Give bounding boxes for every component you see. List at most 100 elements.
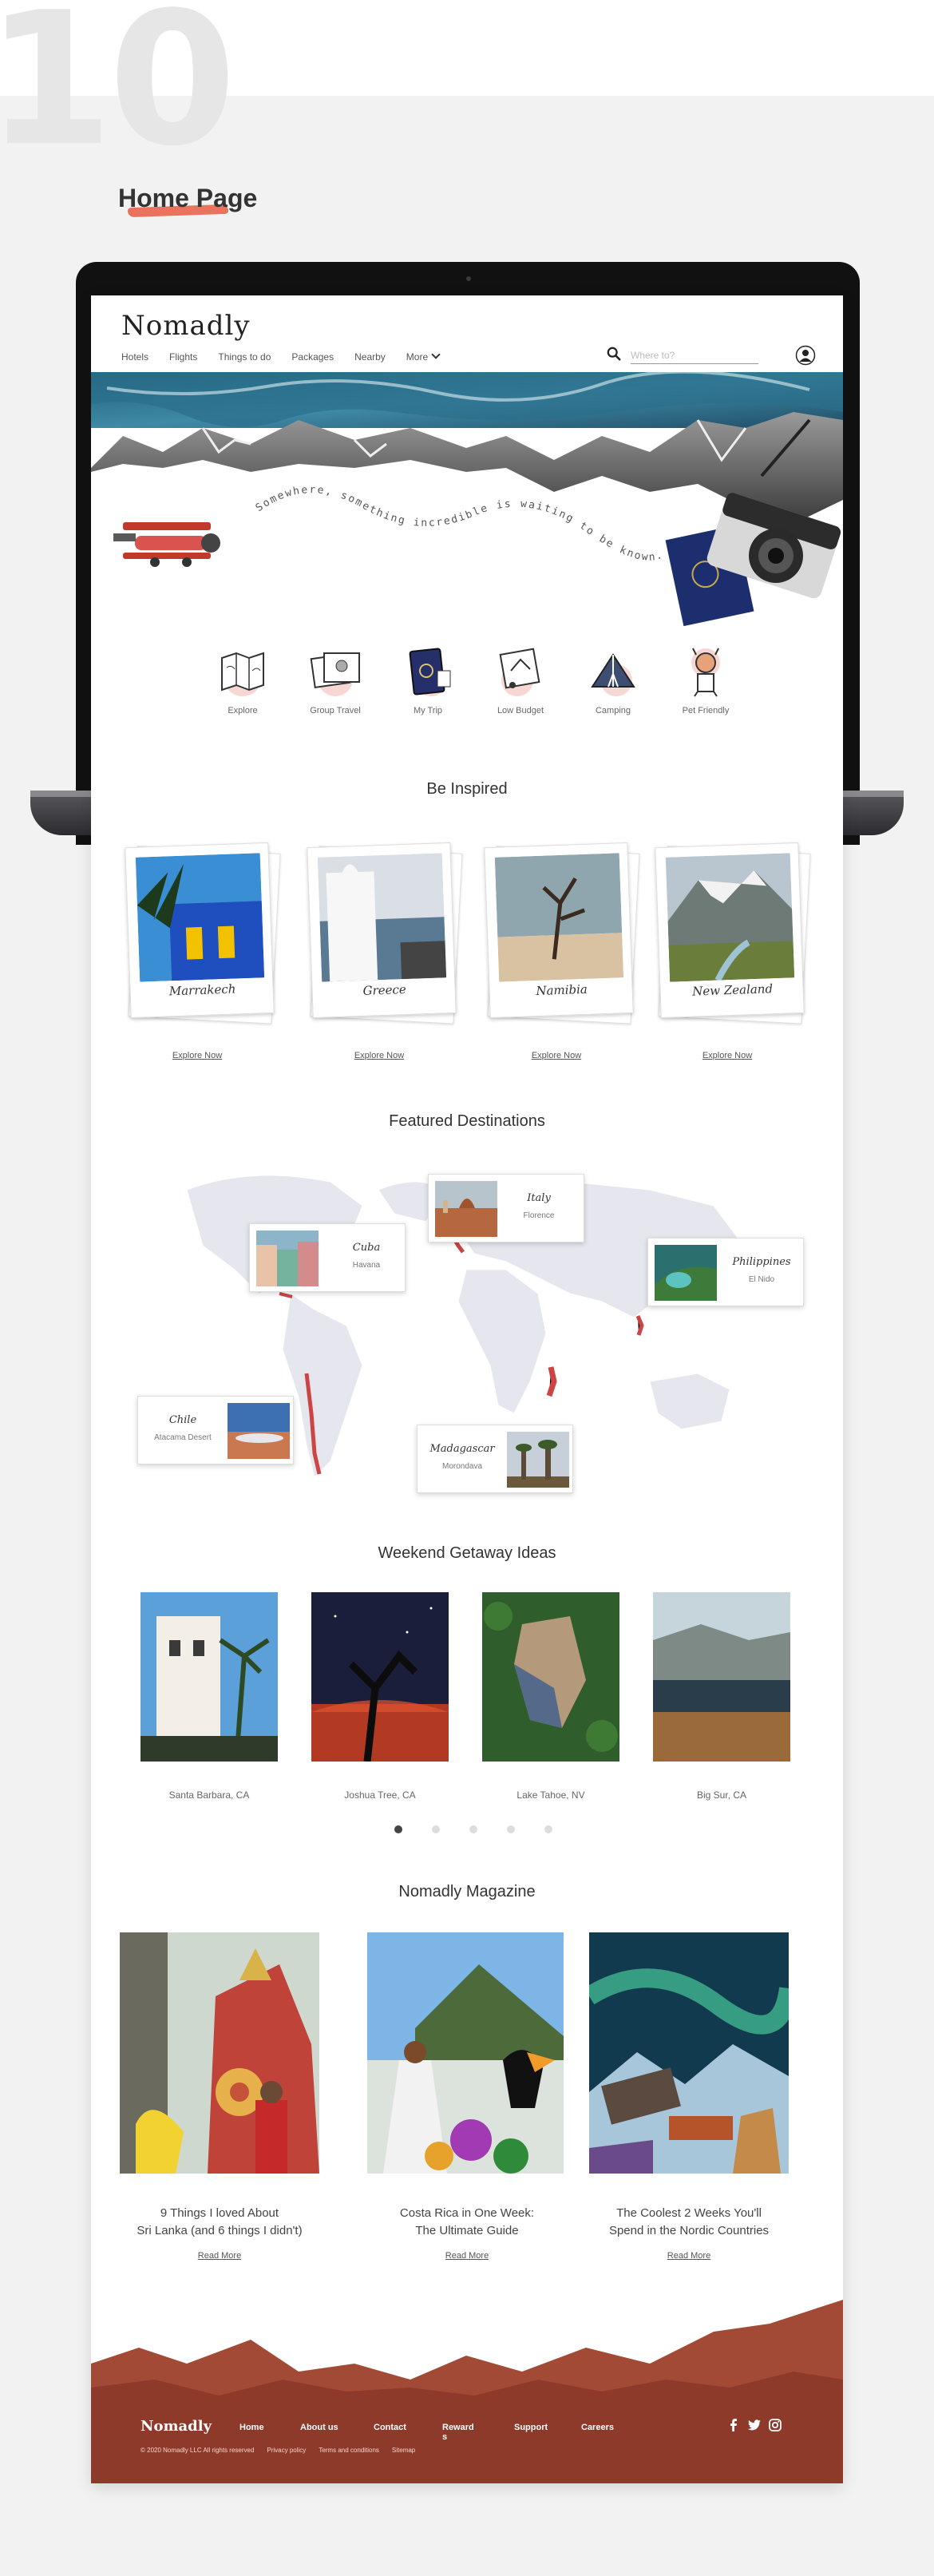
magazine-article[interactable]: 9 Things I loved About Sri Lanka (and 6 … xyxy=(120,1932,319,2261)
magazine-heading: Nomadly Magazine xyxy=(398,1883,536,1900)
polaroid-caption: New Zealand xyxy=(691,981,774,999)
big-sur-photo xyxy=(653,1592,790,1762)
twitter-icon[interactable] xyxy=(747,2418,762,2432)
footer-link-about[interactable]: About us xyxy=(300,2423,338,2432)
inspire-card-namibia[interactable]: Namibia xyxy=(484,842,640,1036)
inspire-card-marrakech[interactable]: Marrakech xyxy=(125,842,281,1036)
user-account-icon[interactable] xyxy=(795,345,816,366)
destination-country: Philippines xyxy=(732,1256,791,1268)
explore-now-link[interactable]: Explore Now xyxy=(121,1051,273,1060)
sri-lanka-collage xyxy=(120,1932,319,2174)
polaroid-caption: Namibia xyxy=(536,981,588,999)
terms-link[interactable]: Terms and conditions xyxy=(319,2447,379,2454)
category-pet-friendly[interactable]: Pet Friendly xyxy=(666,639,746,715)
inspire-card-greece[interactable]: Greece xyxy=(307,842,463,1036)
destination-country: Cuba xyxy=(352,1242,381,1254)
getaway-caption: Lake Tahoe, NV xyxy=(516,1789,585,1801)
getaway-item[interactable]: Big Sur, CA xyxy=(653,1592,790,1801)
sitemap-link[interactable]: Sitemap xyxy=(392,2447,415,2454)
getaway-caption: Joshua Tree, CA xyxy=(344,1789,416,1801)
article-title-line1: 9 Things I loved About xyxy=(160,2206,279,2220)
hero-collage: Somewhere, something incredible is waiti… xyxy=(91,372,843,627)
footer-link-careers[interactable]: Careers xyxy=(581,2423,614,2432)
destination-card-cuba[interactable]: Cuba Havana xyxy=(249,1223,406,1292)
category-label: My Trip xyxy=(413,706,443,715)
footer-link-rewards[interactable]: Rewards xyxy=(442,2423,474,2442)
getaway-item[interactable]: Lake Tahoe, NV xyxy=(482,1592,619,1801)
nav-item-more[interactable]: More xyxy=(406,350,441,363)
nav-more-label: More xyxy=(406,351,429,363)
category-explore[interactable]: Explore xyxy=(203,639,283,715)
getaway-item[interactable]: Joshua Tree, CA xyxy=(311,1592,449,1801)
search-input[interactable] xyxy=(631,347,758,364)
privacy-link[interactable]: Privacy policy xyxy=(267,2447,306,2454)
philippines-photo xyxy=(655,1245,717,1301)
laptop-camera xyxy=(466,276,471,281)
footer-link-support[interactable]: Support xyxy=(514,2423,548,2432)
facebook-icon[interactable] xyxy=(726,2418,741,2432)
italy-photo xyxy=(435,1181,497,1237)
explore-now-link[interactable]: Explore Now xyxy=(651,1051,803,1060)
footer-link-contact[interactable]: Contact xyxy=(374,2423,406,2432)
destination-place: El Nido xyxy=(748,1275,775,1284)
magazine-article[interactable]: Costa Rica in One Week: The Ultimate Gui… xyxy=(367,1932,567,2261)
wallet-icon xyxy=(499,648,540,696)
cuba-photo xyxy=(256,1231,319,1286)
costa-rica-collage xyxy=(367,1932,564,2174)
carousel-dot[interactable] xyxy=(507,1825,515,1833)
site-logo[interactable]: Nomadly xyxy=(121,310,251,342)
footer-link-home[interactable]: Home xyxy=(239,2423,264,2432)
inspire-card-new-zealand[interactable]: New Zealand xyxy=(655,842,811,1036)
category-low-budget[interactable]: Low Budget xyxy=(481,639,560,715)
carousel-dot[interactable] xyxy=(432,1825,440,1833)
read-more-link[interactable]: Read More xyxy=(120,2251,319,2261)
destination-country: Chile xyxy=(168,1414,197,1426)
passport-icon xyxy=(409,648,451,696)
nav-item-hotels[interactable]: Hotels xyxy=(121,351,148,363)
category-label: Group Travel xyxy=(310,706,361,715)
category-camping[interactable]: Camping xyxy=(573,639,653,715)
category-group-travel[interactable]: Group Travel xyxy=(295,639,375,715)
category-label: Low Budget xyxy=(497,706,544,715)
greece-photo xyxy=(317,853,447,982)
footer-legal: © 2020 Nomadly LLC All rights reserved P… xyxy=(140,2447,415,2454)
photos-icon xyxy=(310,652,360,696)
copyright-text: © 2020 Nomadly LLC All rights reserved xyxy=(140,2447,255,2454)
nav-item-things-to-do[interactable]: Things to do xyxy=(218,351,271,363)
article-title-line2: Spend in the Nordic Countries xyxy=(608,2224,770,2237)
homepage-screen: Nomadly Hotels Flights Things to do Pack… xyxy=(91,295,843,2483)
destination-card-philippines[interactable]: Philippines El Nido xyxy=(647,1238,804,1306)
carousel-dot[interactable] xyxy=(544,1825,552,1833)
weekend-getaway-heading: Weekend Getaway Ideas xyxy=(378,1544,556,1562)
search-icon[interactable] xyxy=(607,347,621,361)
instagram-icon[interactable] xyxy=(768,2418,782,2432)
destination-card-italy[interactable]: Italy Florence xyxy=(428,1174,584,1242)
explore-now-link[interactable]: Explore Now xyxy=(481,1051,632,1060)
polaroid-front: Marrakech xyxy=(125,842,275,1019)
destination-place: Morondava xyxy=(441,1462,483,1471)
chevron-down-icon xyxy=(431,350,441,359)
lake-tahoe-photo xyxy=(482,1592,619,1762)
explore-now-link[interactable]: Explore Now xyxy=(303,1051,455,1060)
article-title-line2: Sri Lanka (and 6 things I didn't) xyxy=(137,2224,303,2237)
carousel-dot[interactable] xyxy=(394,1825,402,1833)
nordic-collage xyxy=(584,1932,798,2174)
destination-card-madagascar[interactable]: Madagascar Morondava xyxy=(417,1425,573,1493)
read-more-link[interactable]: Read More xyxy=(367,2251,567,2261)
polaroid-front: Greece xyxy=(307,842,457,1019)
article-title-line1: The Coolest 2 Weeks You'll xyxy=(616,2206,762,2220)
category-row: Explore Group Travel My Trip Low Budget … xyxy=(203,639,762,727)
nav-item-flights[interactable]: Flights xyxy=(169,351,197,363)
category-label: Pet Friendly xyxy=(682,706,730,715)
magazine-article[interactable]: The Coolest 2 Weeks You'll Spend in the … xyxy=(584,1932,798,2261)
carousel-dot[interactable] xyxy=(469,1825,477,1833)
getaway-item[interactable]: Santa Barbara, CA xyxy=(140,1592,278,1801)
read-more-link[interactable]: Read More xyxy=(589,2251,789,2261)
santa-barbara-photo xyxy=(140,1592,278,1762)
slide-number: 10 xyxy=(0,0,236,187)
category-my-trip[interactable]: My Trip xyxy=(388,639,468,715)
destination-card-chile[interactable]: Chile Atacama Desert xyxy=(137,1396,294,1464)
nav-item-packages[interactable]: Packages xyxy=(291,351,334,363)
nav-item-nearby[interactable]: Nearby xyxy=(354,351,386,363)
footer-logo[interactable]: Nomadly xyxy=(140,2418,212,2435)
